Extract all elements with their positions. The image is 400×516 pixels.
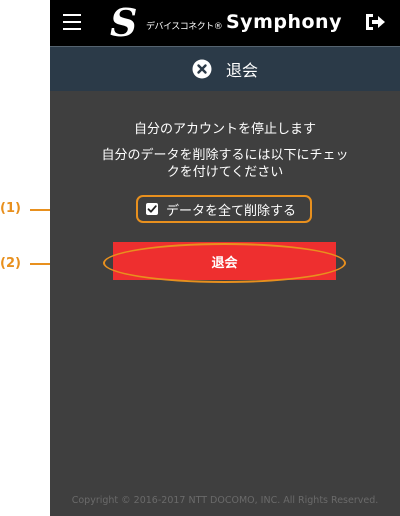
message-line-1: 自分のアカウントを停止します	[133, 122, 316, 137]
delete-all-data-checkbox-row[interactable]: データを全て削除する	[136, 195, 312, 223]
app-logo: S デバイスコネクト® Symphony	[110, 0, 342, 45]
withdraw-button[interactable]: 退会	[113, 242, 336, 280]
logo-mark: S	[110, 0, 138, 45]
app-screen: S デバイスコネクト® Symphony 退会 自分のアカウントを停止します 自…	[50, 0, 400, 516]
page-title: 退会	[225, 61, 258, 80]
copyright-footer: Copyright © 2016-2017 NTT DOCOMO, INC. A…	[71, 495, 379, 506]
sub-header: 退会	[50, 46, 400, 91]
top-bar: S デバイスコネクト® Symphony	[50, 0, 400, 46]
hamburger-menu-icon[interactable]	[63, 14, 81, 30]
delete-all-data-label: データを全て削除する	[166, 203, 297, 219]
logout-icon[interactable]	[364, 12, 386, 32]
close-circle-icon	[192, 59, 212, 79]
stage: (1) (2) S デバイスコネクト® Symphony 退会 自分のアカウント…	[0, 0, 400, 516]
logo-text-en: Symphony	[226, 11, 342, 33]
logo-text-jp: デバイスコネクト®	[146, 22, 223, 32]
annotation-label-2: (2)	[0, 256, 21, 271]
annotation-label-1: (1)	[0, 201, 21, 216]
message-line-3: クを付けてください	[166, 165, 284, 180]
delete-all-data-checkbox[interactable]	[146, 203, 158, 215]
